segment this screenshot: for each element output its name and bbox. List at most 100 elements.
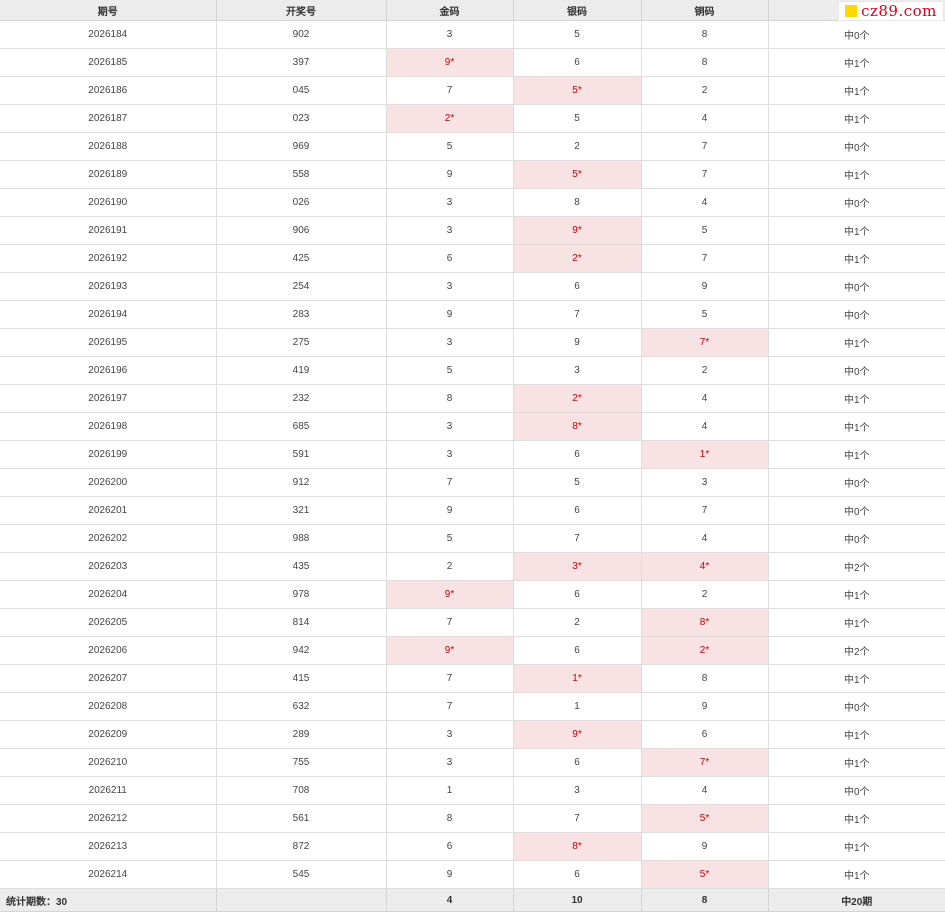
table-row: 2026209 289 3 9* 6 中1个 <box>0 720 945 749</box>
gold-code-cell: 9* <box>385 48 514 77</box>
footer-draw <box>215 888 387 912</box>
result-cell: 中1个 <box>767 76 945 105</box>
result-cell: 中1个 <box>767 104 945 133</box>
draw-number-cell: 425 <box>215 244 387 273</box>
silver-code-cell: 1* <box>512 664 642 693</box>
gold-code-cell: 1 <box>385 776 514 805</box>
result-cell: 中0个 <box>767 20 945 49</box>
result-cell: 中1个 <box>767 804 945 833</box>
result-cell: 中0个 <box>767 468 945 497</box>
table-row: 2026193 254 3 6 9 中0个 <box>0 272 945 301</box>
result-cell: 中1个 <box>767 664 945 693</box>
result-cell: 中1个 <box>767 48 945 77</box>
draw-number-cell: 397 <box>215 48 387 77</box>
draw-number-cell: 321 <box>215 496 387 525</box>
result-cell: 中0个 <box>767 692 945 721</box>
draw-number-cell: 026 <box>215 188 387 217</box>
gold-code-cell: 8 <box>385 384 514 413</box>
gold-code-cell: 3 <box>385 720 514 749</box>
copper-code-cell: 9 <box>640 832 769 861</box>
copper-code-cell: 8 <box>640 20 769 49</box>
copper-code-cell: 7 <box>640 132 769 161</box>
issue-cell: 2026188 <box>0 132 217 161</box>
issue-cell: 2026210 <box>0 748 217 777</box>
site-logo[interactable]: cz89.com <box>838 1 944 21</box>
issue-cell: 2026213 <box>0 832 217 861</box>
draw-number-cell: 275 <box>215 328 387 357</box>
copper-code-cell: 7 <box>640 160 769 189</box>
header-silver-code: 银码 <box>512 0 642 21</box>
issue-cell: 2026212 <box>0 804 217 833</box>
issue-cell: 2026211 <box>0 776 217 805</box>
gold-code-cell: 3 <box>385 328 514 357</box>
copper-code-cell: 7* <box>640 328 769 357</box>
copper-code-cell: 7 <box>640 496 769 525</box>
gold-code-cell: 3 <box>385 748 514 777</box>
copper-code-cell: 9 <box>640 692 769 721</box>
result-cell: 中0个 <box>767 356 945 385</box>
silver-code-cell: 2* <box>512 384 642 413</box>
table-row: 2026192 425 6 2* 7 中1个 <box>0 244 945 273</box>
issue-cell: 2026200 <box>0 468 217 497</box>
result-cell: 中1个 <box>767 216 945 245</box>
gold-code-cell: 6 <box>385 244 514 273</box>
issue-cell: 2026203 <box>0 552 217 581</box>
history-table: 期号 开奖号 金码 银码 铜码 2026184 902 3 5 8 中0个 2026185 3… <box>0 0 945 912</box>
copper-code-cell: 4 <box>640 104 769 133</box>
issue-cell: 2026194 <box>0 300 217 329</box>
table-row: 2026212 561 8 7 5* 中1个 <box>0 804 945 833</box>
table-row: 2026206 942 9* 6 2* 中2个 <box>0 636 945 665</box>
table-row: 2026202 988 5 7 4 中0个 <box>0 524 945 553</box>
silver-code-cell: 8* <box>512 412 642 441</box>
footer-stat-count: 统计期数：30 <box>0 888 217 912</box>
silver-code-cell: 5 <box>512 104 642 133</box>
gold-code-cell: 3 <box>385 216 514 245</box>
gold-code-cell: 9 <box>385 496 514 525</box>
copper-code-cell: 7* <box>640 748 769 777</box>
silver-code-cell: 6 <box>512 636 642 665</box>
copper-code-cell: 2 <box>640 356 769 385</box>
result-cell: 中0个 <box>767 132 945 161</box>
silver-code-cell: 9* <box>512 720 642 749</box>
table-body: 2026184 902 3 5 8 中0个 2026185 397 9* 6 8 中1个 2026186… <box>0 20 945 889</box>
copper-code-cell: 2* <box>640 636 769 665</box>
result-cell: 中2个 <box>767 636 945 665</box>
header-draw-number: 开奖号 <box>215 0 387 21</box>
issue-cell: 2026209 <box>0 720 217 749</box>
issue-cell: 2026189 <box>0 160 217 189</box>
issue-cell: 2026185 <box>0 48 217 77</box>
table-row: 2026191 906 3 9* 5 中1个 <box>0 216 945 245</box>
table-footer: 统计期数：30 4 10 8 中20期 <box>0 888 945 912</box>
gold-code-cell: 7 <box>385 76 514 105</box>
result-cell: 中1个 <box>767 720 945 749</box>
silver-code-cell: 6 <box>512 580 642 609</box>
draw-number-cell: 289 <box>215 720 387 749</box>
table-row: 2026186 045 7 5* 2 中1个 <box>0 76 945 105</box>
result-cell: 中2个 <box>767 552 945 581</box>
result-cell: 中1个 <box>767 412 945 441</box>
issue-cell: 2026193 <box>0 272 217 301</box>
silver-code-cell: 6 <box>512 48 642 77</box>
draw-number-cell: 632 <box>215 692 387 721</box>
copper-code-cell: 4 <box>640 384 769 413</box>
copper-code-cell: 2 <box>640 580 769 609</box>
table-row: 2026201 321 9 6 7 中0个 <box>0 496 945 525</box>
silver-code-cell: 3 <box>512 776 642 805</box>
issue-cell: 2026198 <box>0 412 217 441</box>
gold-code-cell: 3 <box>385 188 514 217</box>
gold-code-cell: 9 <box>385 860 514 889</box>
result-cell: 中0个 <box>767 776 945 805</box>
issue-cell: 2026206 <box>0 636 217 665</box>
table-row: 2026214 545 9 6 5* 中1个 <box>0 860 945 889</box>
issue-cell: 2026196 <box>0 356 217 385</box>
result-cell: 中1个 <box>767 160 945 189</box>
draw-number-cell: 978 <box>215 580 387 609</box>
copper-code-cell: 5 <box>640 216 769 245</box>
result-cell: 中1个 <box>767 440 945 469</box>
silver-code-cell: 1 <box>512 692 642 721</box>
draw-number-cell: 591 <box>215 440 387 469</box>
draw-number-cell: 558 <box>215 160 387 189</box>
table-header: 期号 开奖号 金码 银码 铜码 <box>0 0 945 21</box>
table-row: 2026196 419 5 3 2 中0个 <box>0 356 945 385</box>
issue-cell: 2026197 <box>0 384 217 413</box>
